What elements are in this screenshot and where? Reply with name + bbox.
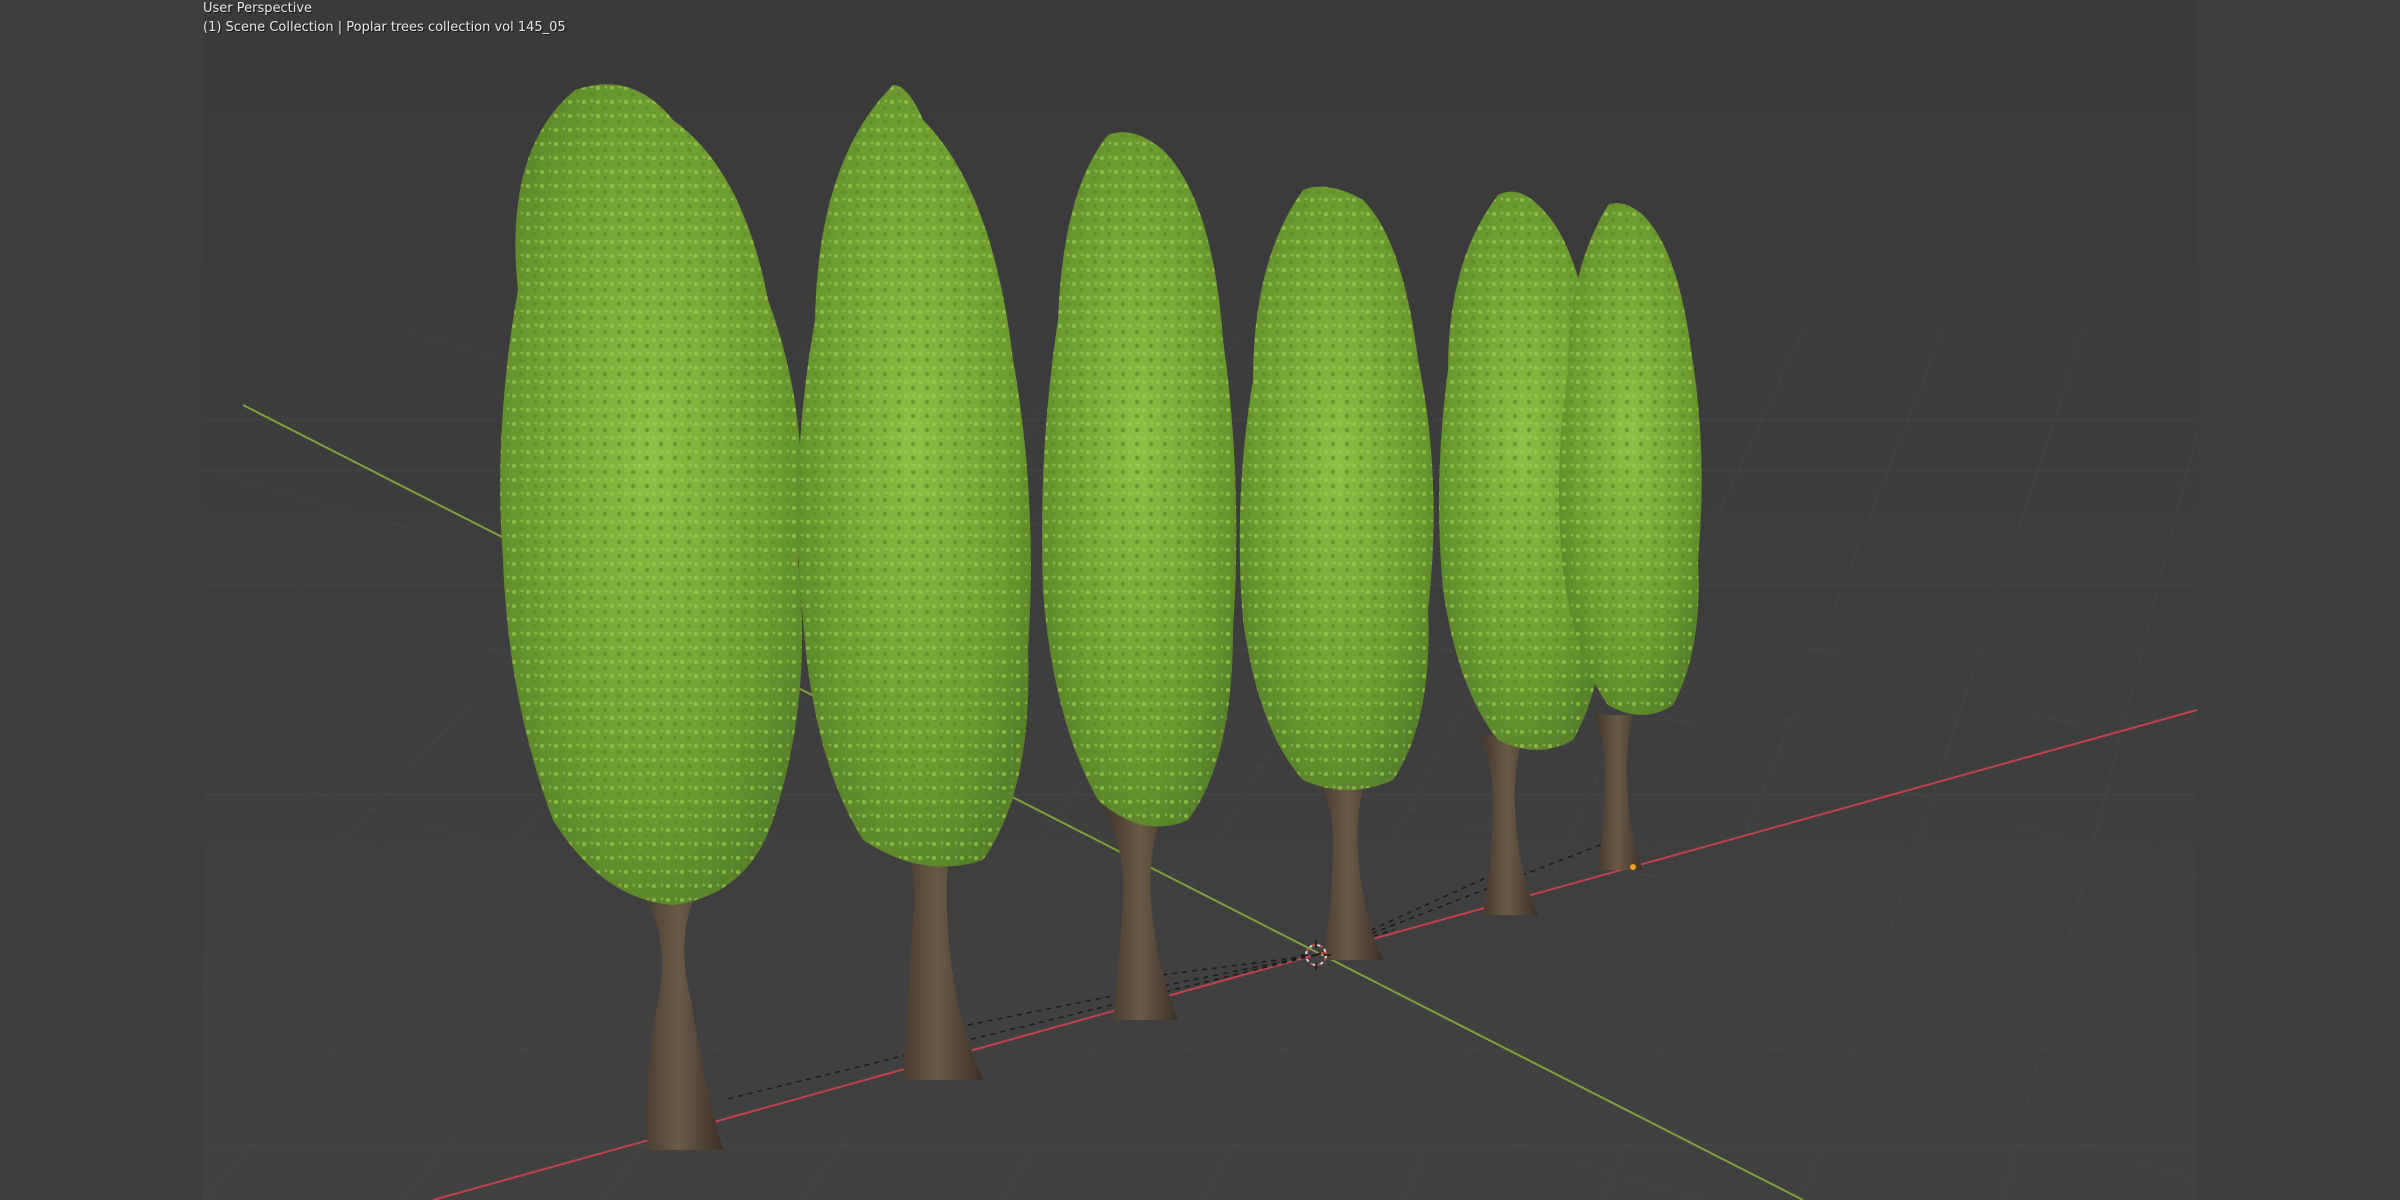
poplar-tree-2[interactable] — [797, 85, 1031, 1080]
poplar-tree-4[interactable] — [1239, 186, 1434, 960]
3d-viewport[interactable]: User Perspective (1) Scene Collection | … — [203, 0, 2197, 1200]
poplar-tree-6[interactable] — [1559, 202, 1702, 870]
viewport-perspective-label: User Perspective — [203, 1, 313, 16]
viewport-canvas[interactable] — [203, 0, 2197, 1200]
left-padding — [0, 0, 203, 1200]
poplar-tree-3[interactable] — [1042, 132, 1237, 1020]
parent-relation-lines — [722, 839, 1614, 1101]
viewport-collection-label: (1) Scene Collection | Poplar trees coll… — [203, 20, 566, 35]
origin-dot — [1630, 864, 1636, 870]
blender-window: User Perspective (1) Scene Collection | … — [0, 0, 2400, 1200]
right-padding — [2197, 0, 2400, 1200]
